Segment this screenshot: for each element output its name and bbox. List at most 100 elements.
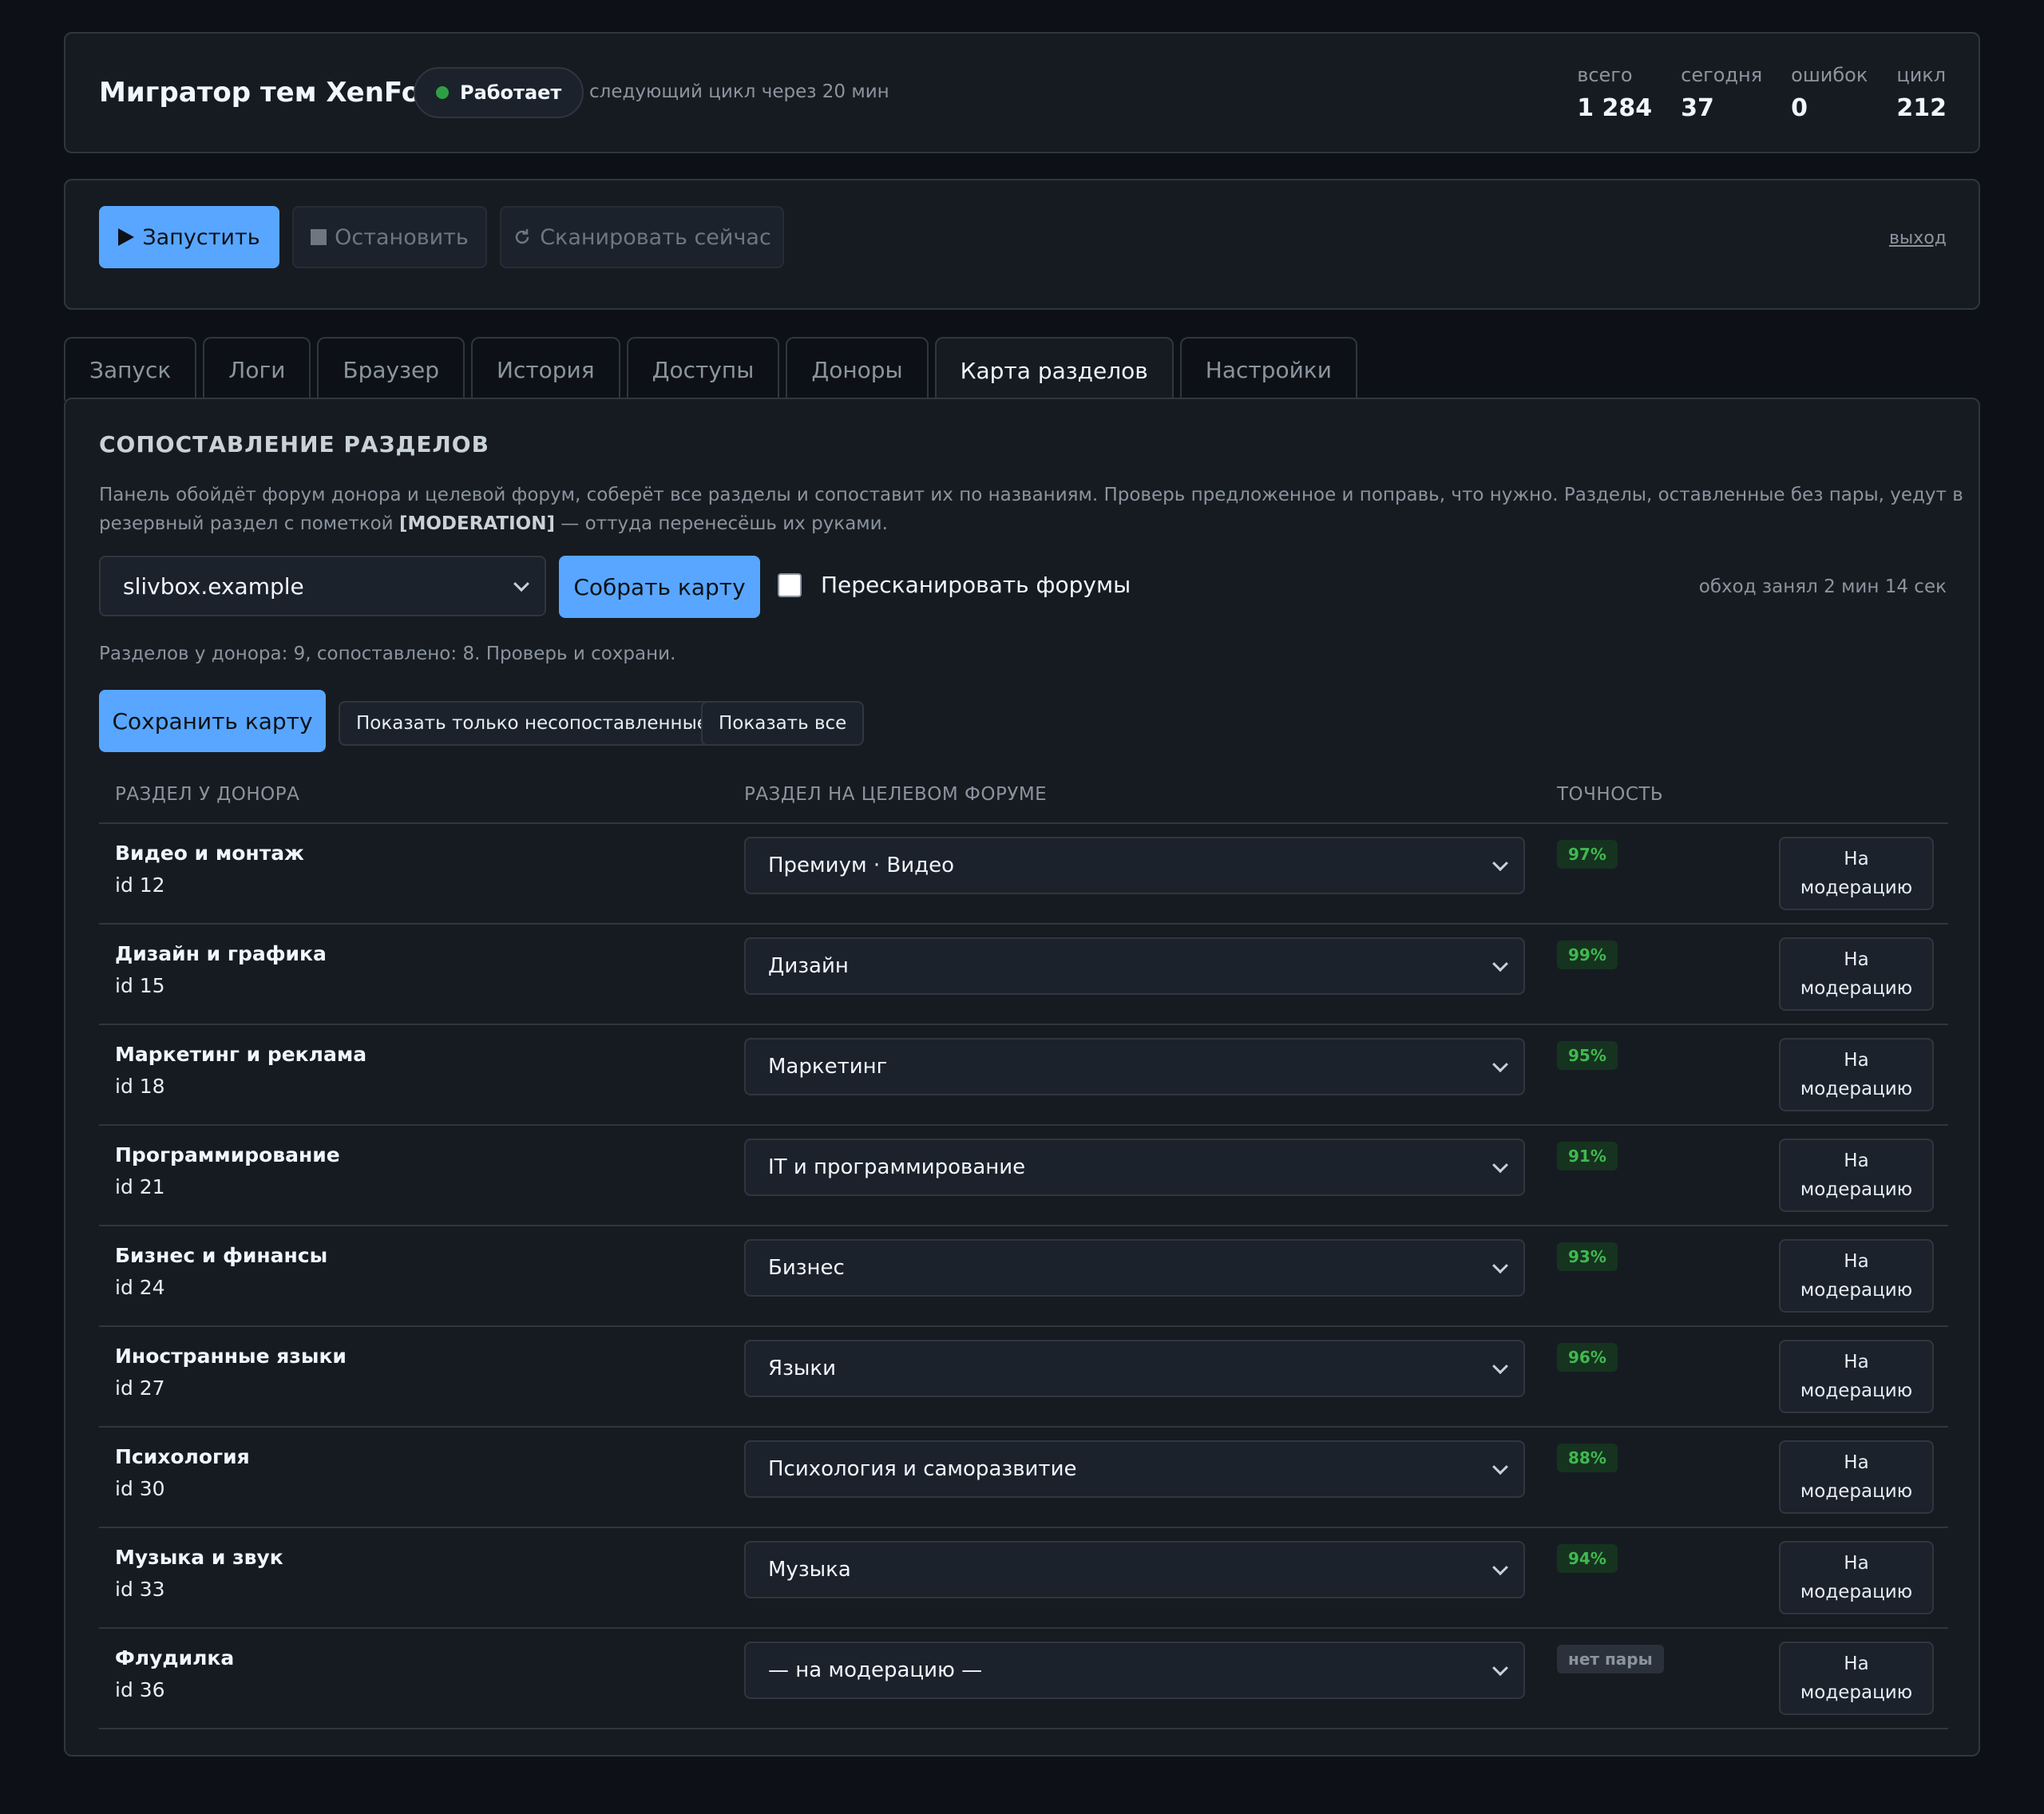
target-section-select[interactable]: Музыка <box>744 1541 1525 1598</box>
tab-logs[interactable]: Логи <box>203 337 311 401</box>
target-section-select[interactable]: Психология и саморазвитие <box>744 1440 1525 1498</box>
save-map-button[interactable]: Сохранить карту <box>99 690 326 752</box>
donor-section-id: id 18 <box>115 1075 165 1098</box>
section-description: Панель обойдёт форум донора и целевой фо… <box>99 481 1967 538</box>
table-row: Музыка и звук id 33 Музыка 94% На модера… <box>99 1528 1948 1629</box>
description-suffix: — оттуда перенесёшь их руками. <box>554 513 888 534</box>
accuracy-badge: 97% <box>1557 840 1618 869</box>
stat-value: 1 284 <box>1577 94 1653 122</box>
chevron-down-icon <box>1492 956 1508 972</box>
column-target-section: РАЗДЕЛ НА ЦЕЛЕВОМ ФОРУМЕ <box>744 784 1048 805</box>
run-label: Запустить <box>142 224 260 250</box>
accuracy-badge: 91% <box>1557 1142 1618 1170</box>
donor-section-id: id 30 <box>115 1477 165 1500</box>
stat-value: 212 <box>1896 94 1947 122</box>
accuracy-badge: нет пары <box>1557 1645 1664 1673</box>
status-label: Работает <box>460 81 562 104</box>
to-moderation-button[interactable]: На модерацию <box>1779 1239 1934 1313</box>
to-moderation-button[interactable]: На модерацию <box>1779 937 1934 1011</box>
stop-icon <box>311 229 327 245</box>
stats-panel: всего 1 284 сегодня 37 ошибок 0 цикл 212 <box>1577 64 1947 122</box>
target-select-value: — на модерацию — <box>768 1658 983 1682</box>
table-row: Маркетинг и реклама id 18 Маркетинг 95% … <box>99 1025 1948 1126</box>
to-moderation-button[interactable]: На модерацию <box>1779 1139 1934 1212</box>
chevron-down-icon <box>1492 1559 1508 1576</box>
accuracy-badge: 93% <box>1557 1242 1618 1271</box>
target-select-value: Маркетинг <box>768 1055 888 1079</box>
build-map-button[interactable]: Собрать карту <box>559 556 760 618</box>
section-title: СОПОСТАВЛЕНИЕ РАЗДЕЛОВ <box>99 431 489 457</box>
target-select-value: Языки <box>768 1357 837 1380</box>
donor-section-name: Музыка и звук <box>115 1546 283 1569</box>
tab-donors[interactable]: Доноры <box>786 337 929 401</box>
table-row: Флудилка id 36 — на модерацию — нет пары… <box>99 1629 1948 1729</box>
donor-section-name: Дизайн и графика <box>115 942 327 965</box>
target-section-select[interactable]: — на модерацию — <box>744 1642 1525 1699</box>
target-section-select[interactable]: Маркетинг <box>744 1038 1525 1095</box>
tab-history[interactable]: История <box>471 337 620 401</box>
accuracy-badge: 95% <box>1557 1041 1618 1070</box>
chevron-down-icon <box>1492 1459 1508 1475</box>
donor-section-name: Бизнес и финансы <box>115 1244 328 1267</box>
donor-select[interactable]: slivbox.example <box>99 556 546 616</box>
logout-link[interactable]: выход <box>1889 228 1947 248</box>
table-row: Видео и монтаж id 12 Премиум · Видео 97%… <box>99 824 1948 925</box>
refresh-icon <box>515 229 529 244</box>
donor-section-name: Видео и монтаж <box>115 842 304 865</box>
accuracy-badge: 94% <box>1557 1544 1618 1573</box>
to-moderation-button[interactable]: На модерацию <box>1779 837 1934 910</box>
donor-section-name: Маркетинг и реклама <box>115 1043 367 1066</box>
to-moderation-button[interactable]: На модерацию <box>1779 1642 1934 1715</box>
column-donor-section: РАЗДЕЛ У ДОНОРА <box>115 784 300 805</box>
target-section-select[interactable]: Дизайн <box>744 937 1525 995</box>
donor-section-id: id 36 <box>115 1678 165 1701</box>
mapping-summary: Разделов у донора: 9, сопоставлено: 8. П… <box>99 644 676 664</box>
table-row: Программирование id 21 IT и программиров… <box>99 1126 1948 1226</box>
target-section-select[interactable]: Языки <box>744 1340 1525 1397</box>
donor-section-name: Флудилка <box>115 1646 235 1669</box>
to-moderation-button[interactable]: На модерацию <box>1779 1541 1934 1614</box>
table-header: РАЗДЕЛ У ДОНОРА РАЗДЕЛ НА ЦЕЛЕВОМ ФОРУМЕ… <box>99 779 1948 824</box>
target-select-value: Дизайн <box>768 954 849 978</box>
stop-label: Остановить <box>335 224 469 250</box>
to-moderation-button[interactable]: На модерацию <box>1779 1038 1934 1111</box>
donor-section-id: id 15 <box>115 974 165 997</box>
target-section-select[interactable]: IT и программирование <box>744 1139 1525 1196</box>
chevron-down-icon <box>1492 1660 1508 1677</box>
tab-section-map[interactable]: Карта разделов <box>934 337 1174 402</box>
stat-value: 37 <box>1681 94 1714 122</box>
table-row: Бизнес и финансы id 24 Бизнес 93% На мод… <box>99 1226 1948 1327</box>
to-moderation-button[interactable]: На модерацию <box>1779 1440 1934 1514</box>
target-select-value: Музыка <box>768 1558 851 1582</box>
target-section-select[interactable]: Бизнес <box>744 1239 1525 1297</box>
tab-access[interactable]: Доступы <box>626 337 780 401</box>
header-card: Мигратор тем XenForo Работает следующий … <box>64 32 1980 153</box>
chevron-down-icon <box>513 576 529 592</box>
show-all-button[interactable]: Показать все <box>701 701 865 746</box>
donor-section-id: id 12 <box>115 873 165 897</box>
table-row: Дизайн и графика id 15 Дизайн 99% На мод… <box>99 925 1948 1025</box>
stat-cycle: цикл 212 <box>1896 64 1947 122</box>
target-section-select[interactable]: Премиум · Видео <box>744 837 1525 894</box>
to-moderation-button[interactable]: На модерацию <box>1779 1340 1934 1413</box>
tab-settings[interactable]: Настройки <box>1179 337 1357 401</box>
rescan-toggle[interactable]: Пересканировать форумы <box>778 572 1131 598</box>
stat-label: всего <box>1577 64 1633 86</box>
show-unmatched-button[interactable]: Показать только несопоставленные <box>339 701 726 746</box>
donor-section-name: Программирование <box>115 1143 340 1166</box>
stop-button[interactable]: Остановить <box>292 206 487 268</box>
next-cycle-text: следующий цикл через 20 мин <box>589 81 889 102</box>
stat-label: сегодня <box>1681 64 1763 86</box>
status-badge: Работает <box>414 67 584 118</box>
accuracy-badge: 88% <box>1557 1444 1618 1472</box>
scan-now-button[interactable]: Сканировать сейчас <box>500 206 784 268</box>
description-prefix: раздел с пометкой <box>209 513 399 534</box>
run-button[interactable]: Запустить <box>99 206 279 268</box>
tab-launch[interactable]: Запуск <box>64 337 197 401</box>
column-accuracy: ТОЧНОСТЬ <box>1557 784 1664 805</box>
rescan-checkbox[interactable] <box>778 572 802 597</box>
tab-browser[interactable]: Браузер <box>317 337 465 401</box>
scan-now-label: Сканировать сейчас <box>540 224 771 250</box>
mapping-table-body: Видео и монтаж id 12 Премиум · Видео 97%… <box>99 824 1948 1729</box>
tab-bar: Запуск Логи Браузер История Доступы Доно… <box>64 337 1357 402</box>
